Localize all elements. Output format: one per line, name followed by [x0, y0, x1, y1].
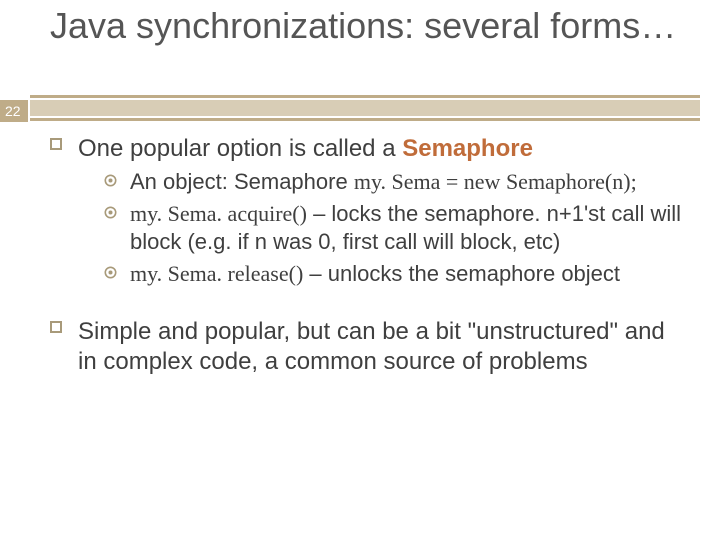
bullet-1-highlight: Semaphore	[402, 135, 533, 162]
slide: Java synchronizations: several forms… 22…	[0, 0, 720, 540]
slide-title: Java synchronizations: several forms…	[50, 6, 700, 46]
subbullet-1: An object: Semaphore my. Sema = new Sema…	[104, 168, 690, 196]
title-rule-mid	[30, 100, 700, 116]
content-area: One popular option is called a Semaphore…	[50, 134, 690, 387]
subbullet-3-code: my. Sema. release()	[130, 261, 303, 286]
square-bullet-icon	[50, 321, 62, 333]
slide-number-badge: 22	[0, 100, 28, 122]
subbullet-1-t2: object: Semaphore	[157, 169, 354, 194]
bullet-2-text: Simple and popular, but can be a bit "un…	[78, 318, 665, 375]
bullet-1: One popular option is called a Semaphore…	[50, 134, 690, 289]
title-rule-top	[30, 95, 700, 98]
subbullet-3: my. Sema. release() – unlocks the semaph…	[104, 260, 690, 288]
target-bullet-icon	[104, 174, 117, 187]
subbullet-1-t1: An	[130, 169, 157, 194]
bullet-1-text-prefix: One popular option is called a	[78, 135, 402, 162]
subbullet-1-code: my. Sema = new Semaphore(n);	[354, 169, 637, 194]
square-bullet-icon	[50, 138, 62, 150]
target-bullet-icon	[104, 206, 117, 219]
title-rule-bottom	[30, 118, 700, 121]
subbullet-3-t2: – unlocks the semaphore object	[303, 261, 620, 286]
target-bullet-icon	[104, 266, 117, 279]
subbullet-2: my. Sema. acquire() – locks the semaphor…	[104, 200, 690, 256]
subbullet-2-code: my. Sema. acquire()	[130, 201, 307, 226]
bullet-2: Simple and popular, but can be a bit "un…	[50, 317, 690, 377]
